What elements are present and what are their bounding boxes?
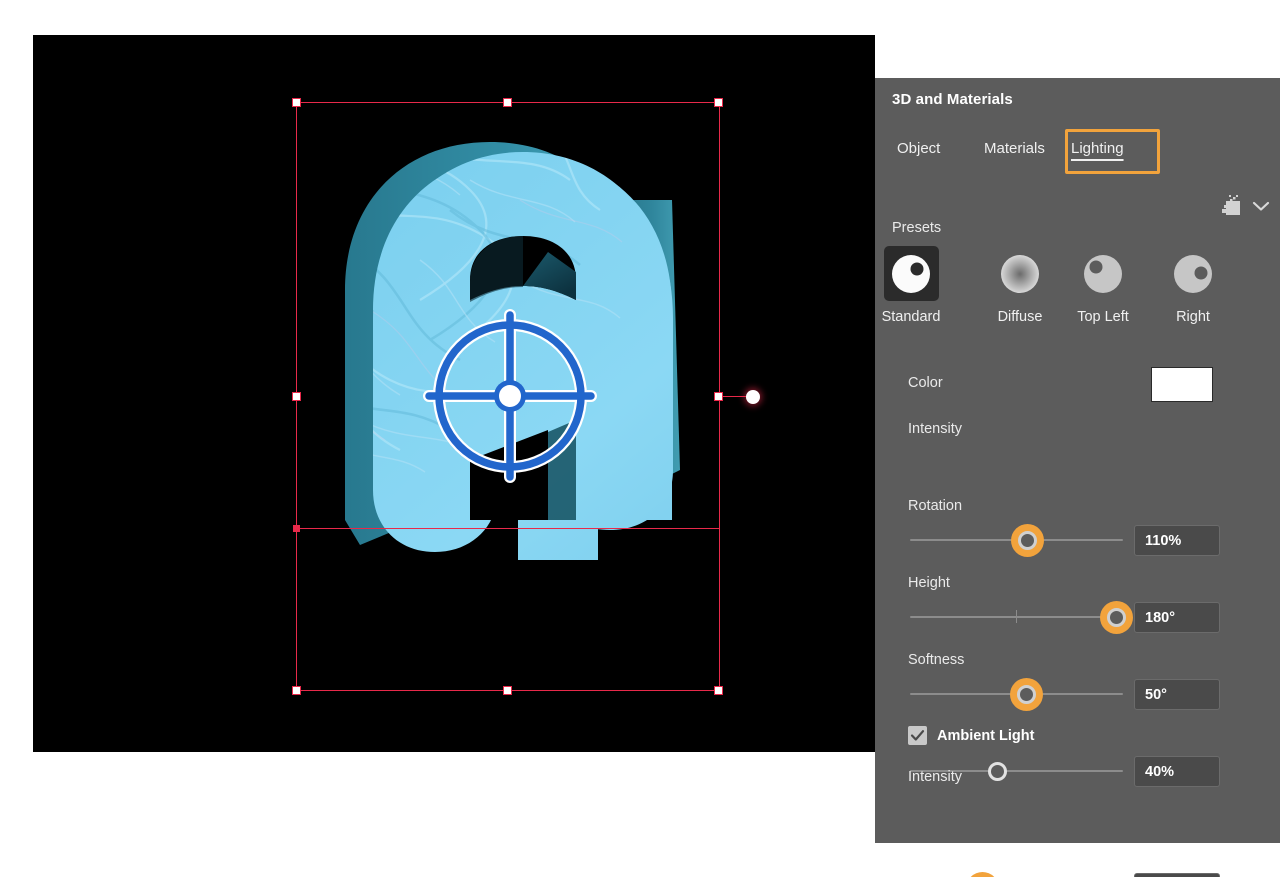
ambient-light-row[interactable]: Ambient Light [908,726,1034,745]
preset-diffuse-label: Diffuse [987,309,1053,325]
selection-handle-top-right[interactable] [714,98,723,107]
check-icon [910,728,925,743]
rotation-value-field[interactable]: 180° [1134,602,1220,633]
selection-handle-middle-right[interactable] [714,392,723,401]
intensity-slider[interactable] [910,525,1123,555]
artboard-canvas[interactable] [33,35,875,752]
softness-label: Softness [908,652,964,668]
preset-top-left-label: Top Left [1070,309,1136,325]
preset-top-left[interactable]: Top Left [1070,246,1136,325]
selection-handle-bottom-right[interactable] [714,686,723,695]
preset-right-swatch [1166,246,1221,301]
ambient-light-label: Ambient Light [937,728,1034,744]
preset-diffuse-swatch [993,246,1048,301]
panel-body: Object Materials Lighting [875,121,1280,843]
selection-handle-bottom-left[interactable] [292,686,301,695]
height-slider-knob[interactable] [1017,685,1036,704]
intensity-value-field[interactable]: 110% [1134,525,1220,556]
render-icon[interactable] [1218,193,1242,222]
rotation-slider[interactable] [910,602,1123,632]
preset-right[interactable]: Right [1160,246,1226,325]
three-d-materials-panel: 3D and Materials Object Materials Lighti… [875,78,1280,843]
ambient-intensity-slider[interactable] [910,873,1123,877]
panel-tab-title[interactable]: 3D and Materials [875,78,1047,121]
preset-diffuse[interactable]: Diffuse [987,246,1053,325]
ambient-intensity-value-field[interactable]: 65% [1134,873,1220,877]
tab-lighting[interactable]: Lighting [1071,140,1124,157]
preset-standard-swatch [884,246,939,301]
selection-handle-top-center[interactable] [503,98,512,107]
ambient-intensity-label: Intensity [908,769,962,785]
light-rotation-handle[interactable] [746,390,760,404]
selection-handle-baseline-left[interactable] [293,525,300,532]
app-root: 3D and Materials Object Materials Lighti… [0,0,1280,877]
ambient-light-checkbox[interactable] [908,726,927,745]
rotation-slider-knob[interactable] [1107,608,1126,627]
color-label: Color [908,375,943,391]
intensity-slider-knob[interactable] [1018,531,1037,550]
preset-standard-label: Standard [878,309,944,325]
presets-label: Presets [892,220,941,236]
height-value-field[interactable]: 50° [1134,679,1220,710]
height-slider[interactable] [910,679,1123,709]
tab-object[interactable]: Object [897,140,940,157]
preset-top-left-swatch [1076,246,1131,301]
softness-slider-knob[interactable] [988,762,1007,781]
rotation-label: Rotation [908,498,962,514]
rotation-slider-tick [1016,610,1017,623]
selection-baseline [296,528,719,529]
tab-materials[interactable]: Materials [984,140,1045,157]
chevron-down-icon[interactable] [1252,199,1270,217]
panel-tabs: Object Materials Lighting [875,121,1280,183]
softness-value-field[interactable]: 40% [1134,756,1220,787]
intensity-label: Intensity [908,421,962,437]
preset-standard[interactable]: Standard [878,246,944,325]
intensity-slider-track [910,539,1123,541]
selection-handle-middle-left[interactable] [292,392,301,401]
height-label: Height [908,575,950,591]
selection-handle-bottom-center[interactable] [503,686,512,695]
selection-handle-top-left[interactable] [292,98,301,107]
color-swatch[interactable] [1151,367,1213,402]
preset-right-label: Right [1160,309,1226,325]
